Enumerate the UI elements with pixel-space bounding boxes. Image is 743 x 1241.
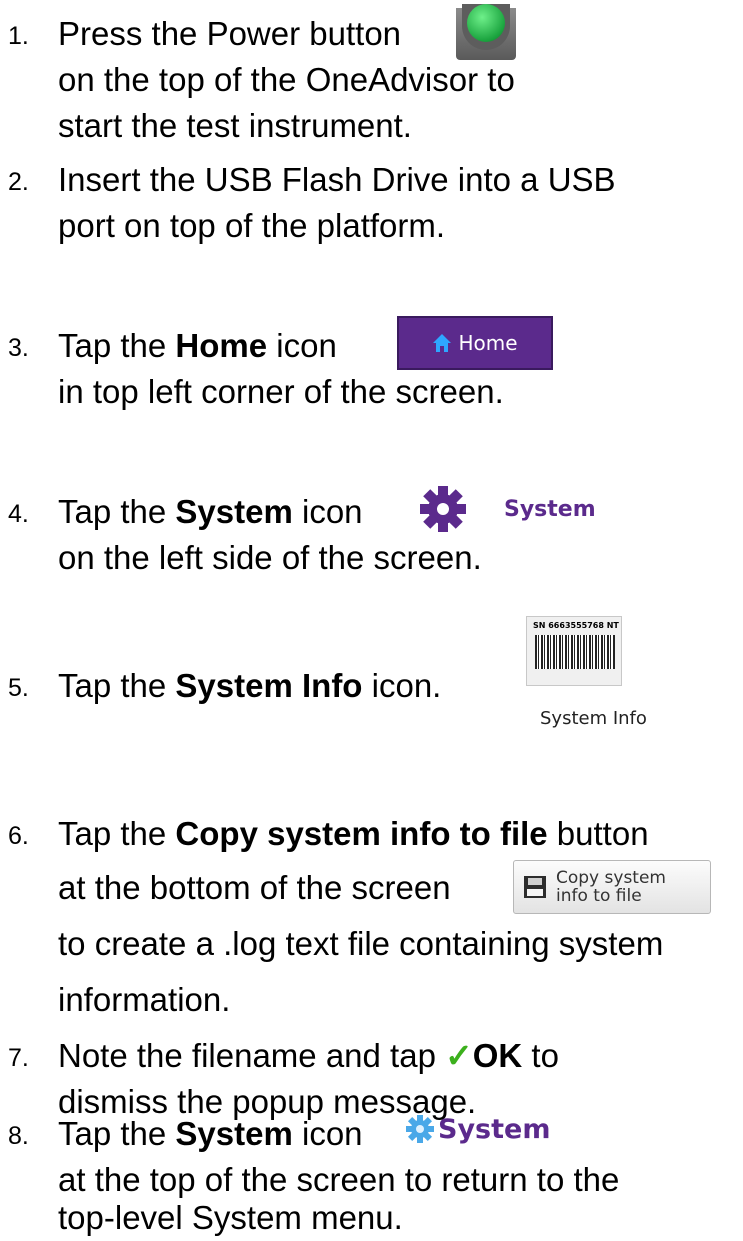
home-button-label: Home bbox=[458, 331, 518, 355]
step-number: 5. bbox=[8, 674, 29, 702]
step-text: start the test instrument. bbox=[58, 107, 412, 144]
step-text: on the top of the OneAdvisor to bbox=[58, 61, 515, 98]
power-button-icon bbox=[456, 4, 516, 60]
instruction-page: { "steps": [ { "number": "1.", "lines": … bbox=[0, 0, 743, 1241]
system-icon-button: System bbox=[418, 482, 596, 536]
system-header-button: System bbox=[405, 1108, 550, 1150]
step-number: 6. bbox=[8, 822, 29, 850]
barcode-bars bbox=[535, 635, 615, 669]
step-text: information. bbox=[58, 981, 231, 1018]
system-info-label: System Info bbox=[540, 708, 647, 729]
home-icon bbox=[433, 334, 452, 352]
copy-button-label: Copy system info to file bbox=[556, 868, 666, 906]
barcode-icon: SN 6663555768 NT bbox=[526, 616, 622, 686]
step-text: Tap the System Info icon. bbox=[58, 667, 442, 704]
barcode-serial: SN 6663555768 NT bbox=[533, 621, 619, 630]
system-header-label: System bbox=[438, 1113, 551, 1145]
step-text: Tap the Home icon bbox=[58, 327, 337, 364]
step-text: Tap the System icon bbox=[58, 1115, 363, 1152]
step-number: 7. bbox=[8, 1044, 29, 1072]
step-text: Note the filename and tap ✓OK to bbox=[58, 1037, 559, 1074]
step-text: Press the Power button bbox=[58, 15, 402, 52]
step-text: Tap the System icon bbox=[58, 493, 363, 530]
check-icon: ✓ bbox=[445, 1037, 473, 1074]
gear-icon bbox=[420, 486, 466, 532]
step-text: Tap the Copy system info to file button bbox=[58, 815, 649, 852]
power-led bbox=[467, 4, 505, 42]
step-text: top-level System menu. bbox=[58, 1199, 403, 1236]
step-number: 4. bbox=[8, 500, 29, 528]
gear-icon bbox=[406, 1115, 434, 1143]
step-number: 1. bbox=[8, 22, 29, 50]
step-number: 2. bbox=[8, 168, 29, 196]
step-text: at the bottom of the screen bbox=[58, 869, 451, 906]
floppy-disk-icon bbox=[524, 876, 546, 898]
step-text: port on top of the platform. bbox=[58, 207, 446, 244]
step-text: in top left corner of the screen. bbox=[58, 373, 504, 410]
step-number: 3. bbox=[8, 334, 29, 362]
step-number: 8. bbox=[8, 1122, 29, 1150]
step-text: at the top of the screen to return to th… bbox=[58, 1161, 620, 1198]
step-text: to create a .log text file containing sy… bbox=[58, 925, 664, 962]
system-icon-label: System bbox=[504, 496, 596, 522]
home-button: Home bbox=[397, 316, 553, 370]
copy-system-info-button: Copy system info to file bbox=[513, 860, 711, 914]
step-text: on the left side of the screen. bbox=[58, 539, 482, 576]
step-text: Insert the USB Flash Drive into a USB bbox=[58, 161, 616, 198]
